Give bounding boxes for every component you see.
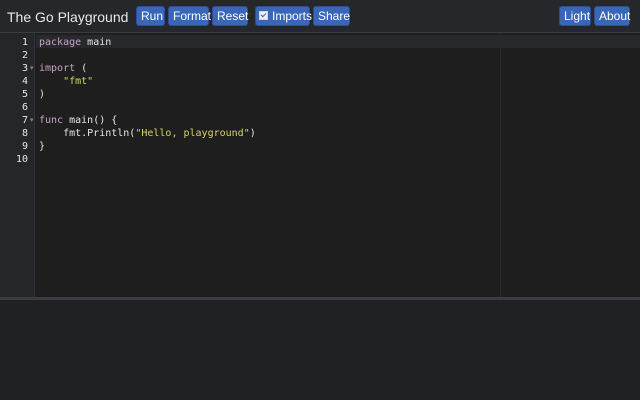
- top-bar: The Go Playground Run Format Reset Impor…: [0, 0, 640, 33]
- line-number: 7: [21, 115, 28, 126]
- code-editor[interactable]: 1 2 3 ▾ 4 5 6 7 ▾ 8 9 10 package main im…: [0, 33, 640, 297]
- active-line-highlight: [36, 35, 640, 48]
- output-panel: [0, 300, 640, 400]
- code-token: fmt.Println(: [39, 128, 136, 139]
- line-number: 2: [21, 50, 28, 61]
- indent-token: [39, 76, 63, 87]
- line-number: 1: [21, 37, 28, 48]
- code-line[interactable]: package main: [39, 36, 111, 49]
- line-number: 4: [21, 76, 28, 87]
- line-number: 8: [21, 128, 28, 139]
- keyword-token: func: [39, 115, 64, 126]
- code-line[interactable]: import (: [39, 62, 87, 75]
- code-token: main() {: [63, 115, 118, 126]
- imports-toggle[interactable]: Imports: [255, 6, 313, 26]
- line-number: 5: [21, 89, 28, 100]
- code-token: ): [249, 128, 256, 139]
- share-button[interactable]: Share: [313, 6, 350, 26]
- light-theme-button[interactable]: Light: [559, 6, 591, 26]
- line-number: 9: [21, 141, 28, 152]
- code-line[interactable]: ): [39, 88, 45, 101]
- fold-arrow-icon[interactable]: ▾: [30, 114, 34, 127]
- code-token: main: [81, 37, 112, 48]
- keyword-token: import: [39, 63, 76, 74]
- string-token: "Hello, playground": [135, 128, 250, 139]
- line-number: 6: [21, 102, 28, 113]
- run-button[interactable]: Run: [136, 6, 165, 26]
- code-line[interactable]: fmt.Println("Hello, playground"): [39, 127, 256, 140]
- string-token: "fmt": [63, 76, 94, 87]
- code-token: (: [75, 63, 88, 74]
- line-number: 10: [15, 154, 28, 165]
- imports-label: Imports: [272, 9, 313, 23]
- code-line[interactable]: "fmt": [39, 75, 93, 88]
- code-line[interactable]: }: [39, 140, 45, 153]
- about-button[interactable]: About: [594, 6, 630, 26]
- playground-window: The Go Playground Run Format Reset Impor…: [0, 0, 640, 400]
- imports-checkbox[interactable]: [259, 11, 268, 21]
- format-button[interactable]: Format: [168, 6, 211, 26]
- fold-arrow-icon[interactable]: ▾: [30, 62, 34, 75]
- print-margin: [500, 33, 501, 297]
- page-title: The Go Playground: [7, 9, 129, 25]
- code-line[interactable]: func main() {: [39, 114, 117, 127]
- keyword-token: package: [39, 37, 82, 48]
- reset-button[interactable]: Reset: [212, 6, 248, 26]
- line-number: 3: [21, 63, 28, 74]
